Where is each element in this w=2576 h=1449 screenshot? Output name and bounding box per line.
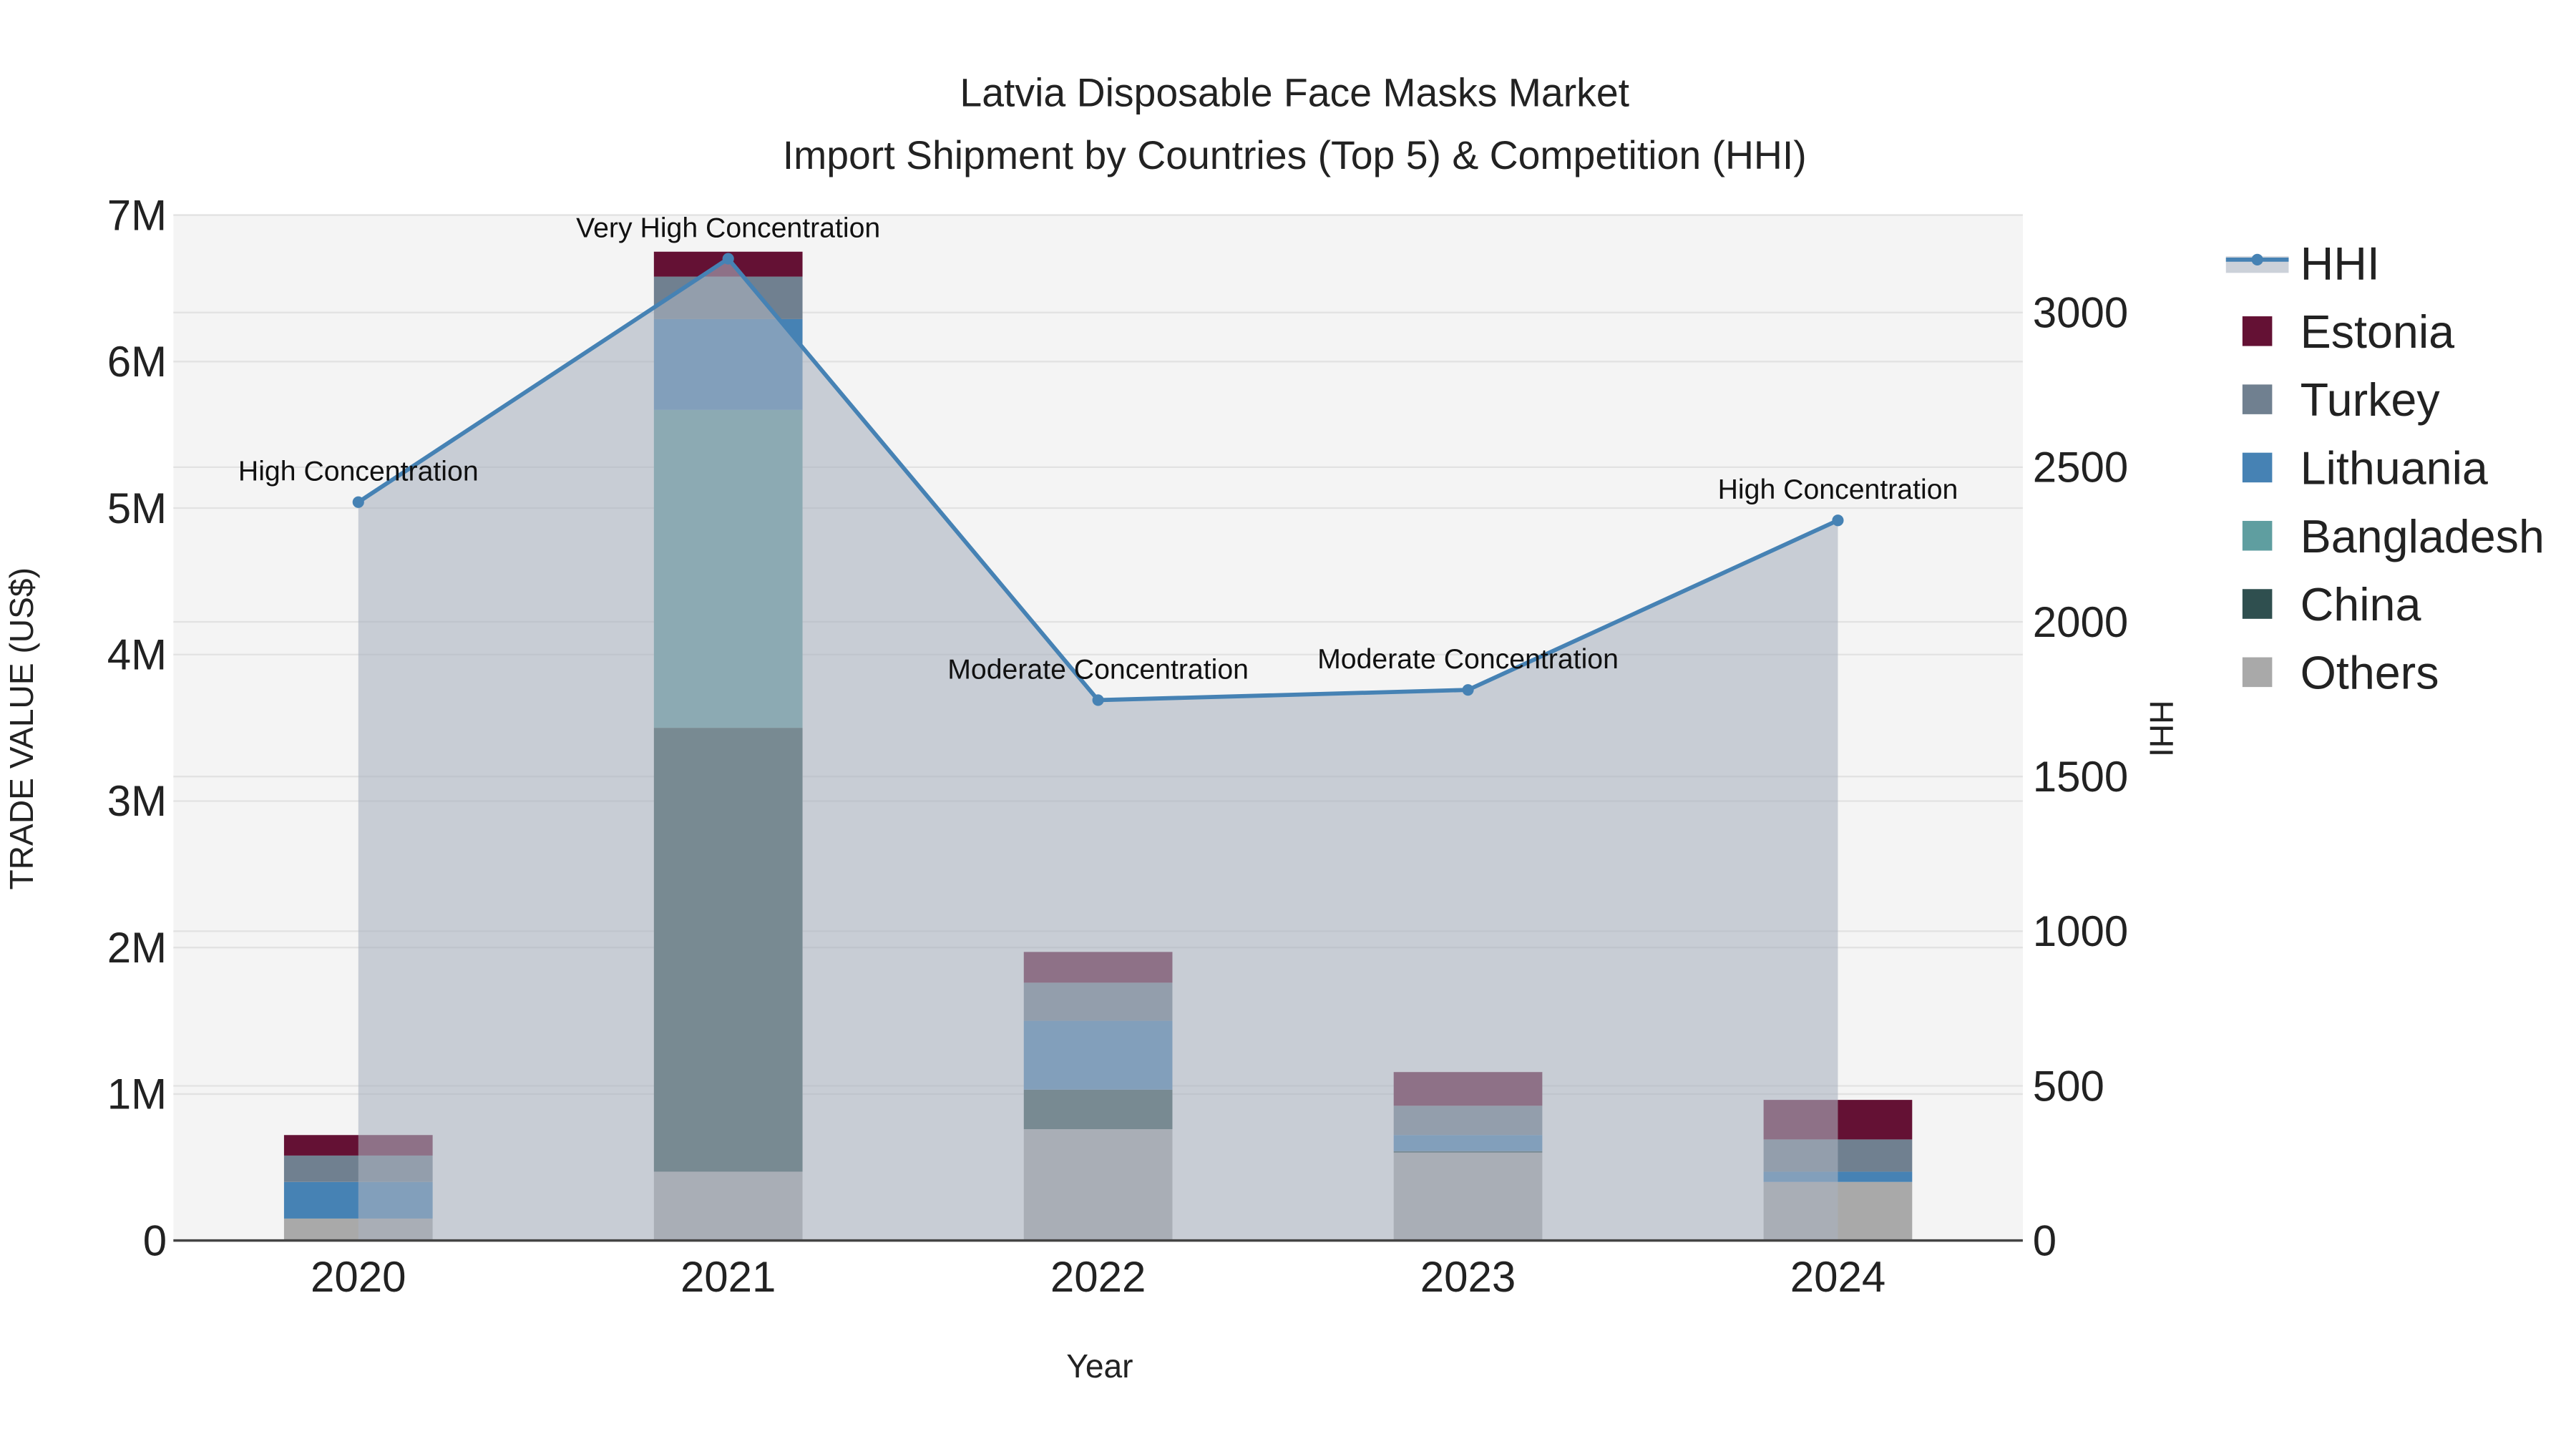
y-tick-label: 6M bbox=[107, 338, 167, 386]
y-tick-label: 7M bbox=[107, 191, 167, 239]
y-tick-label: 5M bbox=[107, 484, 167, 532]
y-tick-label: 1M bbox=[107, 1070, 167, 1118]
chart-title-line1: Latvia Disposable Face Masks Market bbox=[960, 70, 1629, 114]
chart-title-line2: Import Shipment by Countries (Top 5) & C… bbox=[783, 133, 1807, 177]
hhi-point bbox=[1832, 514, 1844, 527]
hhi-annotation: Moderate Concentration bbox=[1317, 643, 1619, 675]
y-tick-label: 2M bbox=[107, 924, 167, 972]
legend-label-turkey: Turkey bbox=[2301, 374, 2441, 426]
y2-tick-label: 2500 bbox=[2033, 444, 2128, 492]
y2-axis-title: HHI bbox=[2143, 701, 2180, 757]
hhi-point bbox=[1092, 694, 1104, 706]
hhi-point bbox=[1462, 684, 1474, 696]
legend-label-china: China bbox=[2301, 579, 2421, 630]
hhi-annotation: High Concentration bbox=[1718, 474, 1958, 505]
legend-swatch-china bbox=[2242, 589, 2273, 619]
legend-swatch-others bbox=[2242, 657, 2273, 688]
legend-label-lithuania: Lithuania bbox=[2301, 443, 2488, 494]
hhi-annotation: Moderate Concentration bbox=[947, 653, 1249, 685]
y2-tick-label: 500 bbox=[2033, 1062, 2104, 1110]
y2-tick-label: 1500 bbox=[2033, 753, 2128, 801]
legend-swatch-turkey bbox=[2242, 384, 2273, 414]
y2-tick-label: 0 bbox=[2033, 1216, 2057, 1264]
x-tick-label: 2023 bbox=[1420, 1253, 1516, 1301]
x-tick-label: 2020 bbox=[311, 1253, 406, 1301]
legend-label-estonia: Estonia bbox=[2301, 306, 2455, 358]
x-axis-title: Year bbox=[1066, 1347, 1133, 1385]
x-tick-label: 2022 bbox=[1050, 1253, 1146, 1301]
legend-swatch-bangladesh bbox=[2242, 520, 2273, 551]
legend-swatch-estonia bbox=[2242, 316, 2273, 346]
legend-label-others: Others bbox=[2301, 647, 2439, 698]
hhi-point bbox=[352, 496, 364, 508]
y-tick-label: 3M bbox=[107, 777, 167, 825]
hhi-point bbox=[722, 253, 734, 265]
x-tick-label: 2021 bbox=[680, 1253, 776, 1301]
legend-swatch-lithuania bbox=[2242, 452, 2273, 483]
y-axis-title: TRADE VALUE (US$) bbox=[3, 567, 40, 889]
y-tick-label: 0 bbox=[143, 1216, 167, 1264]
y2-tick-label: 3000 bbox=[2033, 289, 2128, 337]
x-tick-label: 2024 bbox=[1790, 1253, 1885, 1301]
chart: High Concentration Very High Concentratio… bbox=[3, 70, 2545, 1385]
hhi-annotation: High Concentration bbox=[238, 456, 479, 487]
y2-tick-label: 2000 bbox=[2033, 598, 2128, 646]
legend-label-bangladesh: Bangladesh bbox=[2301, 511, 2545, 562]
y-tick-label: 4M bbox=[107, 631, 167, 679]
y2-tick-label: 1000 bbox=[2033, 907, 2128, 955]
hhi-annotation: Very High Concentration bbox=[576, 213, 880, 244]
legend-label-hhi: HHI bbox=[2301, 238, 2380, 290]
legend-hhi-marker bbox=[2251, 253, 2263, 265]
legend: HHI Estonia Turkey Lithuania Bangladesh China… bbox=[2225, 238, 2545, 698]
